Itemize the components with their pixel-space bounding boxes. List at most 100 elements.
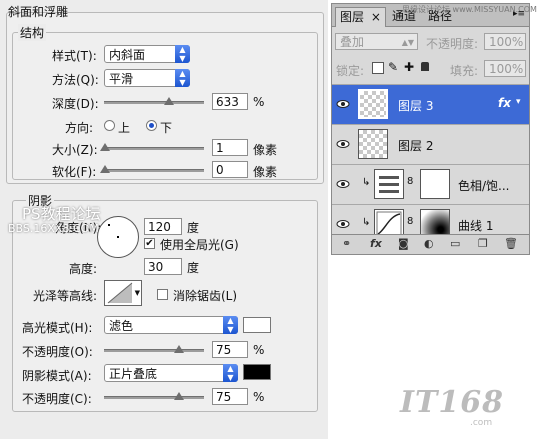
blend-bar: 叠加 ▲▼ 不透明度: 100% — [332, 32, 529, 56]
global-light-checkbox[interactable]: ✔ — [144, 238, 155, 249]
soften-unit: 像素 — [253, 165, 278, 179]
contour-preview-icon — [107, 282, 133, 304]
panel-menu-icon[interactable]: ▸≡ — [513, 9, 525, 19]
anti-aliased-label[interactable]: 消除锯齿(L) — [173, 287, 237, 304]
highlight-opacity-input[interactable]: 75 — [212, 341, 248, 358]
blend-mode-value: 叠加 — [340, 35, 365, 49]
opacity-value: 100% — [489, 35, 524, 49]
direction-up-radio[interactable] — [104, 120, 115, 131]
layers-panel-footer: ⚭ fx ◙ ◐ ▭ ❐ 🗑 — [332, 234, 529, 254]
blend-mode-select[interactable]: 叠加 ▲▼ — [335, 33, 418, 50]
highlight-color-swatch[interactable] — [243, 317, 271, 333]
link-layers-icon[interactable]: ⚭ — [342, 237, 351, 250]
highlight-opacity-slider-thumb[interactable] — [174, 345, 184, 353]
shadow-opacity-input[interactable]: 75 — [212, 388, 248, 405]
it168-logo: IT168 — [400, 385, 504, 420]
hue-saturation-icon — [379, 176, 399, 193]
layer-row[interactable]: ↳ 8 色相/饱... — [332, 164, 529, 204]
fx-icon[interactable]: fx — [498, 96, 511, 110]
angle-dial[interactable] — [97, 216, 139, 258]
gloss-contour-picker[interactable]: ▼ — [104, 280, 142, 306]
angle-input[interactable]: 120 — [144, 218, 182, 235]
altitude-input[interactable]: 30 — [144, 258, 182, 275]
layer-thumbnail — [358, 129, 388, 159]
layer-name[interactable]: 色相/饱... — [458, 177, 510, 194]
depth-label: 深度(D): — [52, 97, 99, 111]
eye-icon[interactable] — [336, 217, 350, 231]
soften-input[interactable]: 0 — [212, 161, 248, 178]
size-label: 大小(Z): — [52, 143, 98, 157]
mask-link-icon[interactable]: 8 — [407, 216, 413, 227]
add-mask-icon[interactable]: ◙ — [398, 237, 409, 250]
style-label: 样式(T): — [52, 49, 97, 63]
clip-arrow-icon: ↳ — [362, 217, 371, 228]
contour-dropdown-icon[interactable]: ▼ — [135, 289, 140, 297]
tab-layers[interactable]: 图层 × — [335, 7, 386, 27]
technique-label: 方法(Q): — [52, 73, 99, 87]
lock-transparency-icon[interactable] — [372, 62, 384, 74]
angle-unit: 度 — [187, 221, 200, 235]
size-input[interactable]: 1 — [212, 139, 248, 156]
lock-all-icon[interactable] — [421, 62, 429, 71]
layers-panel: 图层 × 通道 路径 思缘设计论坛 www.MISSYUAN.COM ▸≡ 叠加… — [331, 3, 537, 255]
layer-name[interactable]: 图层 3 — [398, 97, 433, 114]
highlight-mode-arrows-icon: ▲ ▼ — [223, 316, 238, 334]
tab-close-icon[interactable]: × — [371, 10, 381, 24]
size-unit: 像素 — [253, 143, 278, 157]
shadow-opacity-slider-thumb[interactable] — [174, 392, 184, 400]
opacity-input[interactable]: 100% — [484, 33, 526, 50]
highlight-opacity-slider[interactable] — [104, 345, 204, 353]
lock-move-icon[interactable]: ✚ — [404, 60, 414, 74]
new-group-icon[interactable]: ▭ — [450, 237, 460, 250]
fill-input[interactable]: 100% — [484, 60, 526, 77]
layer-mask-thumbnail[interactable] — [420, 169, 450, 199]
layer-name[interactable]: 曲线 1 — [458, 217, 493, 234]
style-select-value: 内斜面 — [109, 48, 146, 62]
adjustment-thumbnail — [374, 169, 404, 199]
depth-slider-thumb[interactable] — [164, 97, 174, 105]
style-select-arrows-icon: ▲ ▼ — [175, 45, 190, 63]
layer-thumbnail — [358, 89, 388, 119]
soften-label: 软化(F): — [52, 165, 97, 179]
global-light-label[interactable]: 使用全局光(G) — [160, 236, 239, 253]
layer-name[interactable]: 图层 2 — [398, 137, 433, 154]
angle-dial-handle[interactable] — [108, 224, 110, 226]
fill-label: 填充: — [450, 64, 479, 78]
mask-link-icon[interactable]: 8 — [407, 176, 413, 187]
direction-down-radio[interactable] — [146, 120, 157, 131]
add-style-icon[interactable]: fx — [370, 237, 382, 250]
soften-slider-thumb[interactable] — [100, 165, 110, 173]
depth-unit: % — [253, 95, 265, 109]
style-select[interactable]: 内斜面 ▲ ▼ — [104, 45, 190, 63]
highlight-mode-select[interactable]: 滤色 ▲ ▼ — [104, 316, 238, 334]
technique-select[interactable]: 平滑 ▲ ▼ — [104, 69, 190, 87]
direction-label: 方向: — [65, 121, 94, 135]
layer-effects-toggle-icon[interactable]: ▾ — [516, 97, 521, 107]
new-layer-icon[interactable]: ❐ — [478, 237, 488, 250]
delete-layer-icon[interactable]: 🗑 — [504, 237, 518, 250]
adjustment-layer-icon[interactable]: ◐ — [424, 237, 434, 250]
layer-row[interactable]: 图层 2 — [332, 124, 529, 164]
soften-slider[interactable] — [100, 165, 204, 173]
highlight-opacity-unit: % — [253, 343, 265, 357]
eye-icon[interactable] — [336, 177, 350, 191]
altitude-unit: 度 — [187, 261, 200, 275]
forum-watermark-line2: BBS.16XX8.COM — [8, 222, 99, 235]
direction-down-label[interactable]: 下 — [160, 119, 172, 136]
size-slider[interactable] — [100, 143, 204, 151]
shadow-opacity-slider[interactable] — [104, 392, 204, 400]
direction-up-label[interactable]: 上 — [118, 119, 130, 136]
shadow-mode-value: 正片叠底 — [109, 367, 158, 381]
anti-aliased-checkbox[interactable] — [157, 289, 168, 300]
eye-icon[interactable] — [336, 97, 350, 111]
size-slider-thumb[interactable] — [100, 143, 110, 151]
shadow-mode-select[interactable]: 正片叠底 ▲ ▼ — [104, 364, 238, 382]
layer-row[interactable]: 图层 3 fx ▾ — [332, 84, 529, 124]
lock-paint-icon[interactable]: ✎ — [388, 60, 398, 74]
depth-input[interactable]: 633 — [212, 93, 248, 110]
lock-bar: 锁定: ✎ ✚ 填充: 100% — [332, 58, 529, 82]
clip-arrow-icon: ↳ — [362, 177, 371, 188]
eye-icon[interactable] — [336, 137, 350, 151]
shadow-color-swatch[interactable] — [243, 364, 271, 380]
depth-slider[interactable] — [104, 97, 204, 105]
